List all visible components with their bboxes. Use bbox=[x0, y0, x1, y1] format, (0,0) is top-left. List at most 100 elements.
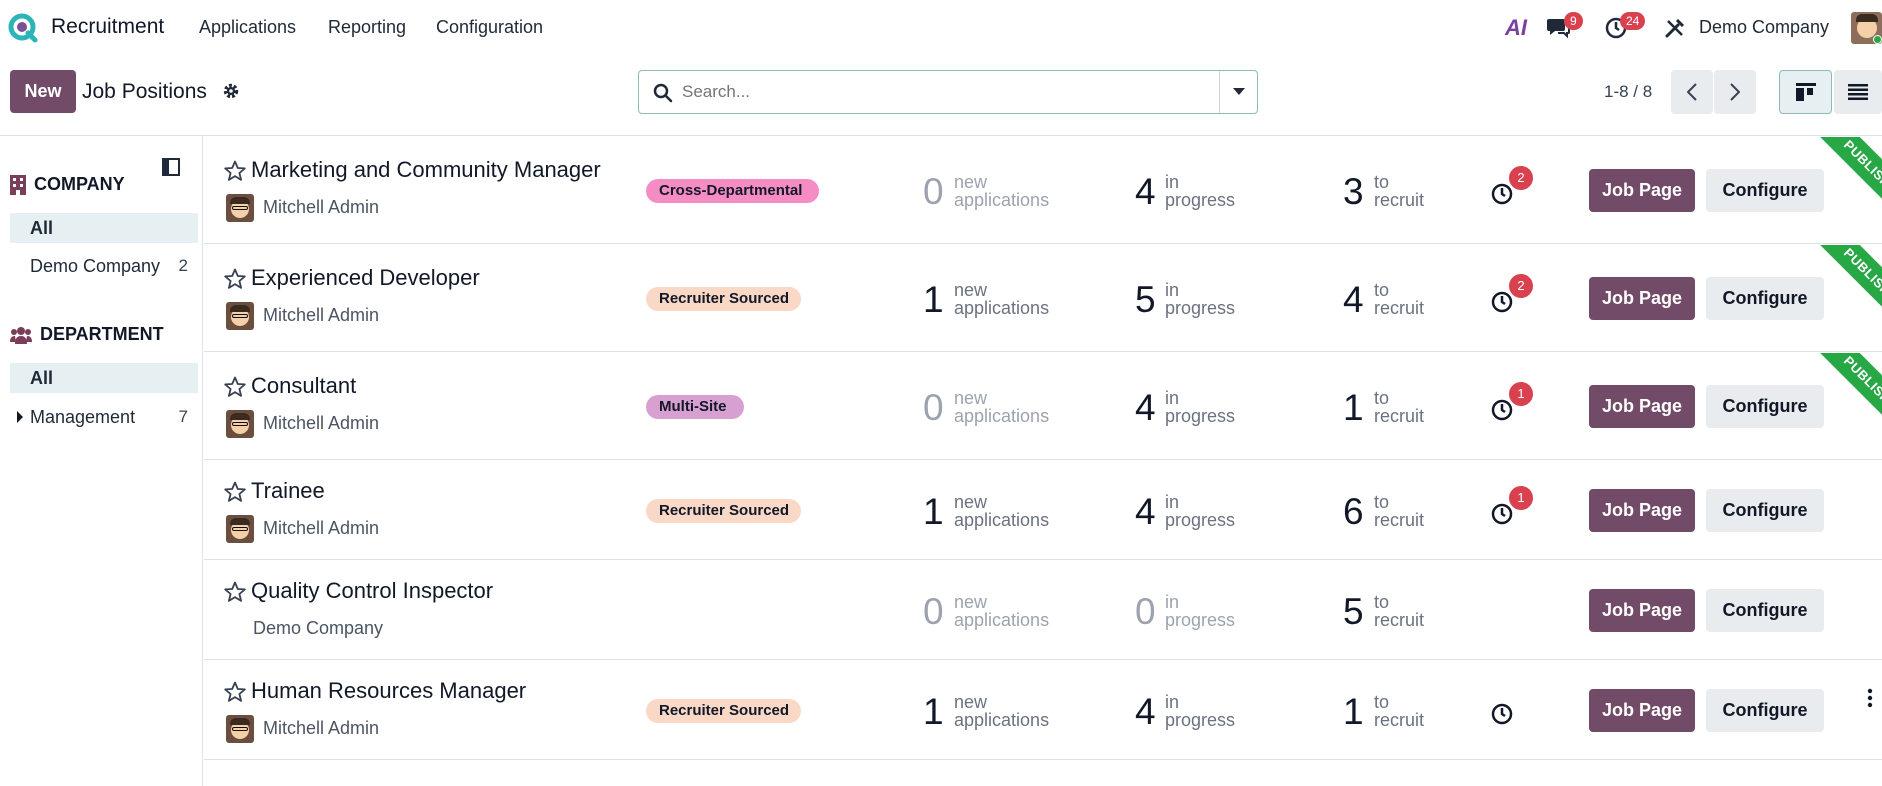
job-title[interactable]: Quality Control Inspector bbox=[251, 578, 493, 604]
to-recruit-label[interactable]: to recruit bbox=[1374, 281, 1484, 317]
company-switcher[interactable]: Demo Company bbox=[1699, 17, 1829, 38]
configure-button[interactable]: Configure bbox=[1706, 277, 1824, 320]
company-filter-demo-company[interactable]: Demo Company 2 bbox=[10, 251, 198, 281]
job-title[interactable]: Consultant bbox=[251, 373, 356, 399]
to-recruit-count[interactable]: 3 bbox=[1343, 171, 1364, 213]
job-row-partial[interactable] bbox=[204, 761, 1882, 786]
configure-button[interactable]: Configure bbox=[1706, 689, 1824, 732]
menu-applications[interactable]: Applications bbox=[199, 17, 296, 38]
menu-reporting[interactable]: Reporting bbox=[328, 17, 406, 38]
new-applications-label[interactable]: new applications bbox=[954, 693, 1064, 729]
activities-badge: 24 bbox=[1620, 12, 1646, 30]
to-recruit-label[interactable]: to recruit bbox=[1374, 593, 1484, 629]
new-applications-count[interactable]: 0 bbox=[923, 171, 944, 213]
pager-value[interactable]: 1-8 / 8 bbox=[1604, 82, 1652, 102]
favorite-star-icon[interactable] bbox=[224, 681, 246, 703]
search-options-toggle[interactable] bbox=[1219, 71, 1257, 113]
to-recruit-label[interactable]: to recruit bbox=[1374, 493, 1484, 529]
new-applications-label[interactable]: new applications bbox=[954, 173, 1064, 209]
favorite-star-icon[interactable] bbox=[224, 581, 246, 603]
in-progress-label[interactable]: in progress bbox=[1165, 389, 1275, 425]
job-row[interactable]: Human Resources Manager Mitchell Admin Re… bbox=[204, 661, 1882, 760]
favorite-star-icon[interactable] bbox=[224, 481, 246, 503]
in-progress-count[interactable]: 4 bbox=[1135, 387, 1156, 429]
in-progress-label[interactable]: in progress bbox=[1165, 493, 1275, 529]
ai-icon[interactable]: AI bbox=[1505, 15, 1527, 41]
job-row[interactable]: Quality Control Inspector Demo Company 0 ne… bbox=[204, 561, 1882, 660]
configure-button[interactable]: Configure bbox=[1706, 589, 1824, 632]
job-row[interactable]: Consultant Mitchell Admin Multi-Site 0 new a… bbox=[204, 353, 1882, 460]
to-recruit-count[interactable]: 6 bbox=[1343, 491, 1364, 533]
job-page-button[interactable]: Job Page bbox=[1589, 589, 1695, 632]
collapse-sidebar-icon[interactable] bbox=[162, 158, 180, 176]
to-recruit-count[interactable]: 5 bbox=[1343, 591, 1364, 633]
to-recruit-count[interactable]: 1 bbox=[1343, 387, 1364, 429]
new-applications-label[interactable]: new applications bbox=[954, 593, 1064, 629]
new-applications-count[interactable]: 1 bbox=[923, 491, 944, 533]
job-title[interactable]: Marketing and Community Manager bbox=[251, 157, 601, 183]
in-progress-label[interactable]: in progress bbox=[1165, 593, 1275, 629]
activity-clock-icon[interactable] bbox=[1490, 398, 1514, 422]
job-title[interactable]: Human Resources Manager bbox=[251, 678, 526, 704]
in-progress-count[interactable]: 4 bbox=[1135, 491, 1156, 533]
new-applications-label[interactable]: new applications bbox=[954, 493, 1064, 529]
job-title[interactable]: Experienced Developer bbox=[251, 265, 480, 291]
favorite-star-icon[interactable] bbox=[224, 268, 246, 290]
activity-clock-icon[interactable] bbox=[1490, 290, 1514, 314]
job-page-button[interactable]: Job Page bbox=[1589, 689, 1695, 732]
company-filter-all[interactable]: All bbox=[10, 213, 198, 243]
activity-clock-icon[interactable] bbox=[1490, 182, 1514, 206]
configure-button[interactable]: Configure bbox=[1706, 385, 1824, 428]
app-name[interactable]: Recruitment bbox=[51, 15, 164, 39]
search-bar[interactable] bbox=[638, 70, 1258, 114]
activity-clock-icon[interactable] bbox=[1490, 702, 1514, 726]
in-progress-count[interactable]: 4 bbox=[1135, 171, 1156, 213]
job-page-button[interactable]: Job Page bbox=[1589, 169, 1695, 212]
configure-button[interactable]: Configure bbox=[1706, 169, 1824, 212]
to-recruit-label[interactable]: to recruit bbox=[1374, 173, 1484, 209]
in-progress-count[interactable]: 5 bbox=[1135, 279, 1156, 321]
new-applications-count[interactable]: 1 bbox=[923, 691, 944, 733]
new-applications-count[interactable]: 0 bbox=[923, 387, 944, 429]
pager-next-button[interactable] bbox=[1714, 70, 1756, 114]
to-recruit-label[interactable]: to recruit bbox=[1374, 389, 1484, 425]
new-applications-label[interactable]: new applications bbox=[954, 281, 1064, 317]
user-avatar[interactable] bbox=[1851, 12, 1882, 44]
job-row[interactable]: Trainee Mitchell Admin Recruiter Sourced 1… bbox=[204, 461, 1882, 560]
job-page-button[interactable]: Job Page bbox=[1589, 489, 1695, 532]
new-applications-count[interactable]: 0 bbox=[923, 591, 944, 633]
recruitment-app-icon[interactable] bbox=[8, 13, 38, 43]
job-row[interactable]: Marketing and Community Manager Mitchell… bbox=[204, 137, 1882, 244]
in-progress-label[interactable]: in progress bbox=[1165, 281, 1275, 317]
caret-right-icon[interactable] bbox=[17, 411, 23, 423]
configure-button[interactable]: Configure bbox=[1706, 489, 1824, 532]
to-recruit-count[interactable]: 4 bbox=[1343, 279, 1364, 321]
list-view-button[interactable] bbox=[1834, 70, 1882, 114]
avatar bbox=[226, 715, 254, 743]
in-progress-count[interactable]: 4 bbox=[1135, 691, 1156, 733]
to-recruit-label[interactable]: to recruit bbox=[1374, 693, 1484, 729]
job-title[interactable]: Trainee bbox=[251, 478, 325, 504]
search-input[interactable] bbox=[682, 79, 1202, 105]
kanban-view-button[interactable] bbox=[1779, 70, 1832, 114]
to-recruit-count[interactable]: 1 bbox=[1343, 691, 1364, 733]
debug-tools-icon[interactable] bbox=[1664, 17, 1686, 39]
pager-previous-button[interactable] bbox=[1671, 70, 1713, 114]
new-applications-label[interactable]: new applications bbox=[954, 389, 1064, 425]
job-page-button[interactable]: Job Page bbox=[1589, 277, 1695, 320]
in-progress-label[interactable]: in progress bbox=[1165, 693, 1275, 729]
favorite-star-icon[interactable] bbox=[224, 376, 246, 398]
gear-icon[interactable] bbox=[222, 82, 240, 100]
job-page-button[interactable]: Job Page bbox=[1589, 385, 1695, 428]
favorite-star-icon[interactable] bbox=[224, 160, 246, 182]
department-filter-management[interactable]: Management 7 bbox=[10, 402, 198, 432]
menu-configuration[interactable]: Configuration bbox=[436, 17, 543, 38]
activity-clock-icon[interactable] bbox=[1490, 502, 1514, 526]
job-row[interactable]: Experienced Developer Mitchell Admin Recr… bbox=[204, 245, 1882, 352]
department-filter-all[interactable]: All bbox=[10, 363, 198, 393]
new-applications-count[interactable]: 1 bbox=[923, 279, 944, 321]
kebab-menu-icon[interactable] bbox=[1867, 688, 1873, 708]
in-progress-label[interactable]: in progress bbox=[1165, 173, 1275, 209]
in-progress-count[interactable]: 0 bbox=[1135, 591, 1156, 633]
new-button[interactable]: New bbox=[10, 70, 76, 113]
